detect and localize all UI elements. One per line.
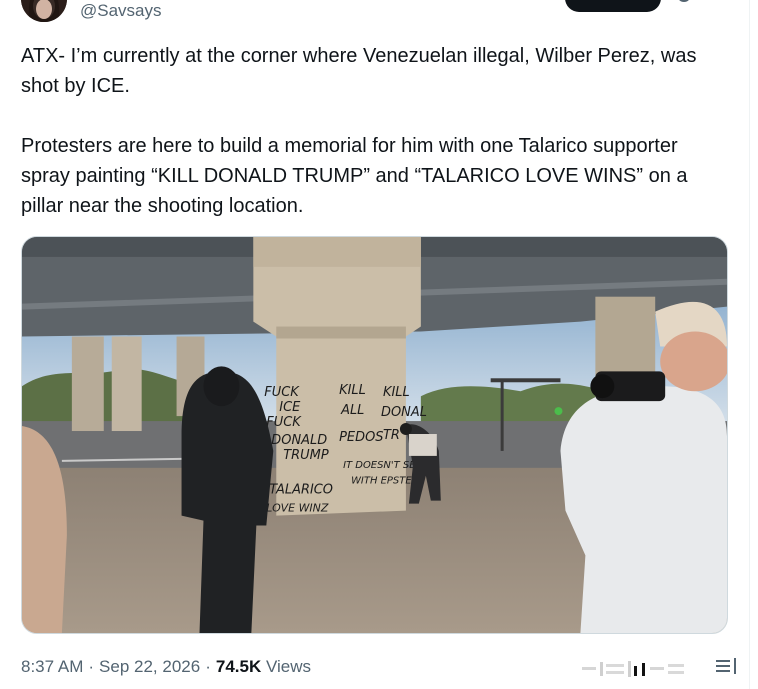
avatar-image <box>21 0 67 22</box>
tweet-time[interactable]: 8:37 AM <box>21 657 83 676</box>
graffiti-line: DONAL <box>381 405 427 420</box>
graffiti-line: TR <box>383 428 400 443</box>
graffiti-line: FUCK <box>266 415 302 430</box>
graffiti-line: TRUMP <box>283 448 329 463</box>
tweet: @Savsays ATX- I’m currently at the corne… <box>0 0 750 689</box>
photo-scene: FUCK ICE FUCK DONALD TRUMP TALARICO LOVE… <box>22 237 727 633</box>
tweet-meta: 8:37 AM · Sep 22, 2026 · 74.5K Views <box>21 655 311 679</box>
meta-separator: · <box>205 657 211 676</box>
avatar[interactable] <box>21 0 67 22</box>
analytics-icon[interactable] <box>712 656 740 678</box>
graffiti-line: PEDOS <box>339 430 383 445</box>
graffiti-line: DONALD <box>271 433 327 448</box>
more-icon[interactable] <box>675 0 697 8</box>
graffiti-line: FUCK <box>264 385 300 400</box>
graffiti-line: TALARICO <box>269 483 333 498</box>
graffiti-line: ICE <box>279 400 301 415</box>
tweet-header: @Savsays <box>21 0 731 24</box>
follow-button[interactable] <box>565 0 661 12</box>
tweet-date[interactable]: Sep 22, 2026 <box>99 657 200 676</box>
graffiti-line: IT DOESN'T SEE <box>343 460 422 471</box>
tweet-text: ATX- I’m currently at the corner where V… <box>21 45 697 217</box>
graffiti-line: KILL <box>383 385 410 400</box>
tweet-photo[interactable]: FUCK ICE FUCK DONALD TRUMP TALARICO LOVE… <box>21 236 728 634</box>
graffiti-line: LOVE WINZ <box>266 502 329 515</box>
watermark-logo <box>582 658 712 680</box>
views-label: Views <box>265 657 312 676</box>
meta-separator: · <box>88 657 95 676</box>
views-count: 74.5K <box>215 657 262 676</box>
graffiti-line: KILL <box>339 383 366 398</box>
author-handle[interactable]: @Savsays <box>80 0 162 22</box>
graffiti-line: ALL <box>340 403 364 418</box>
